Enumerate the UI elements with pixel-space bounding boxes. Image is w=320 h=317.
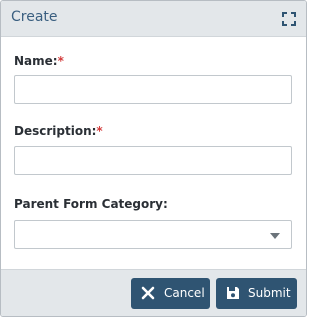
- expand-icon[interactable]: [282, 11, 296, 26]
- create-dialog: Create Name:* Description:* Parent Form …: [0, 0, 307, 317]
- dialog-title: Create: [11, 9, 58, 25]
- close-icon: [141, 286, 155, 300]
- description-field[interactable]: [14, 146, 292, 175]
- parent-category-label: Parent Form Category:: [14, 197, 168, 211]
- chevron-down-icon[interactable]: [270, 233, 280, 239]
- required-marker: *: [57, 54, 64, 68]
- submit-button[interactable]: Submit: [216, 278, 297, 309]
- save-icon: [226, 286, 240, 300]
- cancel-button[interactable]: Cancel: [131, 278, 210, 309]
- description-label-text: Description:: [14, 124, 97, 138]
- dialog-footer: Cancel Submit: [1, 269, 306, 316]
- required-marker: *: [96, 124, 103, 138]
- parent-category-select[interactable]: [14, 220, 292, 249]
- dialog-header: Create: [1, 1, 306, 37]
- submit-label: Submit: [248, 286, 291, 300]
- parent-category-label-text: Parent Form Category:: [14, 197, 168, 211]
- dialog-body: Name:* Description:* Parent Form Categor…: [1, 37, 306, 269]
- name-label: Name:*: [14, 54, 64, 68]
- description-input[interactable]: [15, 147, 291, 174]
- name-input[interactable]: [15, 76, 291, 103]
- name-label-text: Name:: [14, 54, 58, 68]
- cancel-label: Cancel: [164, 286, 205, 300]
- description-label: Description:*: [14, 124, 103, 138]
- name-field[interactable]: [14, 75, 292, 104]
